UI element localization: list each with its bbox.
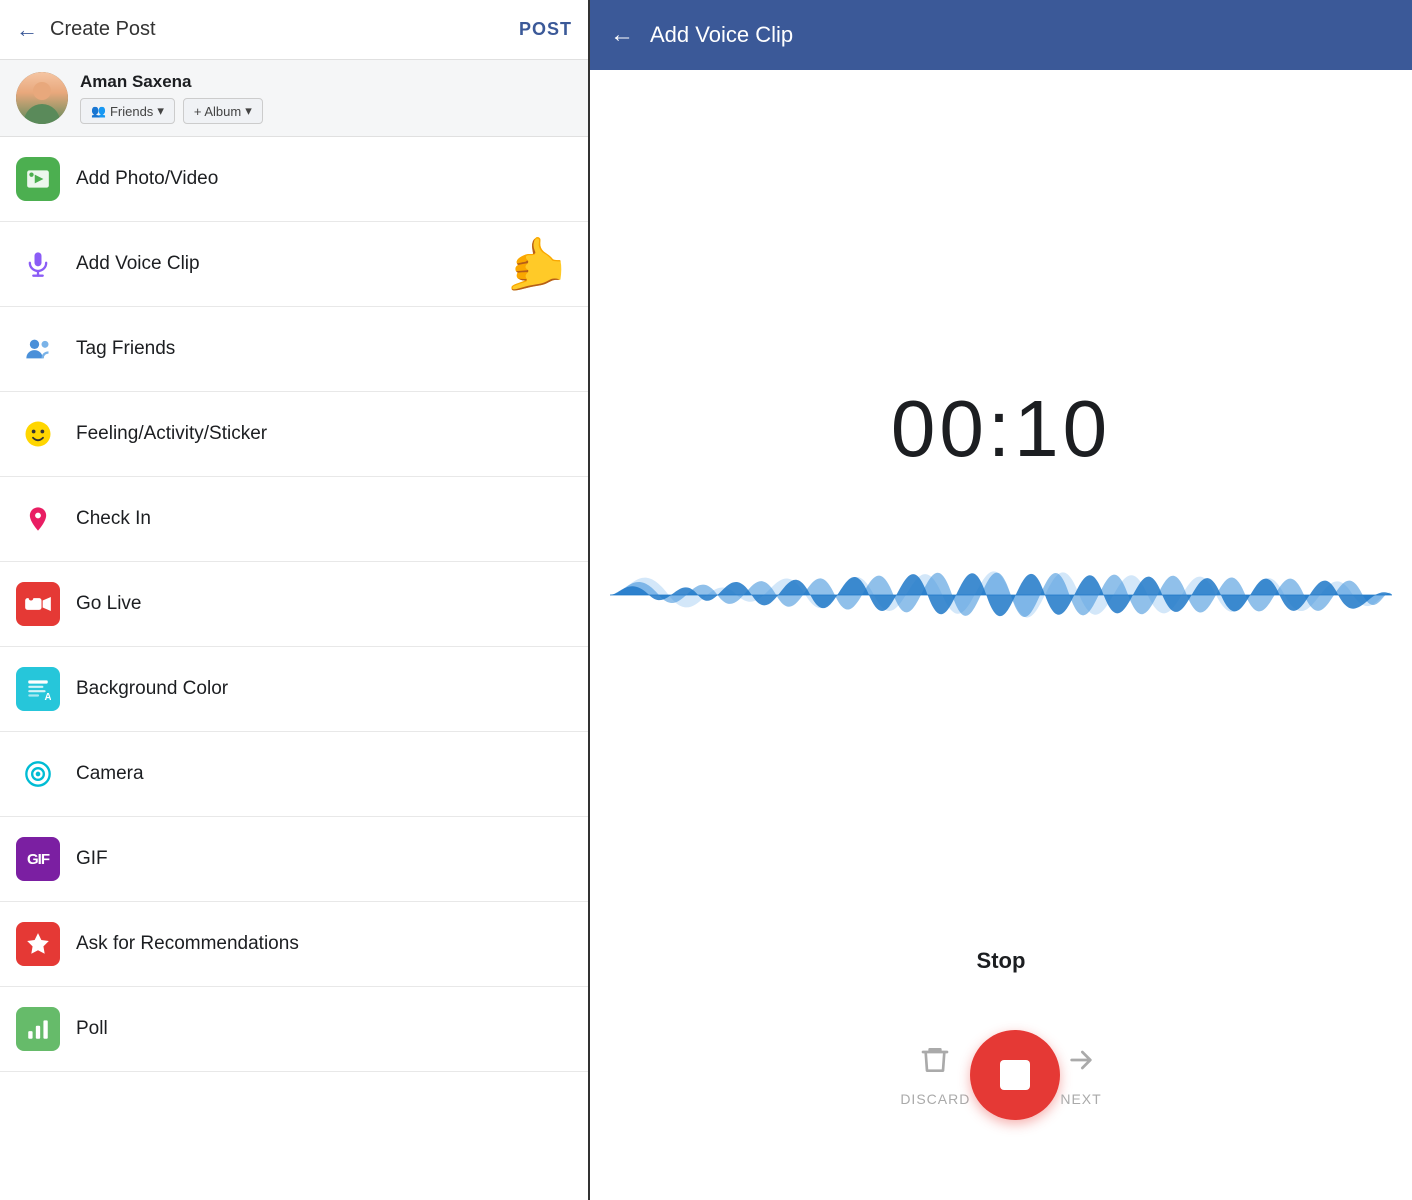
pointer-hand-icon: 🤙	[503, 234, 568, 295]
menu-item-background-color[interactable]: Aa Background Color	[0, 647, 588, 732]
user-row: Aman Saxena 👥 Friends ▾ + Album ▾	[0, 60, 588, 137]
next-button[interactable]: NEXT	[1060, 1044, 1101, 1107]
user-name: Aman Saxena	[80, 72, 263, 92]
menu-label-tag-friends: Tag Friends	[76, 338, 175, 360]
back-button[interactable]: ←	[16, 17, 38, 43]
menu-label-add-photo-video: Add Photo/Video	[76, 168, 218, 190]
svg-text:Aa: Aa	[45, 692, 52, 702]
menu-item-gif[interactable]: GIF GIF	[0, 817, 588, 902]
menu-item-feeling-activity[interactable]: Feeling/Activity/Sticker	[0, 392, 588, 477]
menu-item-go-live[interactable]: Go Live	[0, 562, 588, 647]
background-color-icon: Aa	[16, 667, 60, 711]
menu-item-poll[interactable]: Poll	[0, 987, 588, 1072]
menu-label-gif: GIF	[76, 848, 108, 870]
stop-square-icon	[1000, 1060, 1030, 1090]
tag-friends-icon	[16, 327, 60, 371]
voice-clip-header: ← Add Voice Clip	[590, 0, 1412, 70]
recommend-icon	[16, 922, 60, 966]
voice-clip-content: 00:10 Stop	[590, 70, 1412, 1200]
waveform-svg	[610, 505, 1392, 685]
left-panel: ← Create Post POST Aman Saxena 👥 Friends…	[0, 0, 590, 1200]
menu-item-tag-friends[interactable]: Tag Friends	[0, 307, 588, 392]
right-panel: ← Add Voice Clip 00:10	[590, 0, 1412, 1200]
voice-clip-icon	[16, 242, 60, 286]
discard-icon	[919, 1044, 951, 1083]
menu-label-feeling-activity: Feeling/Activity/Sticker	[76, 423, 267, 445]
menu-item-camera[interactable]: Camera	[0, 732, 588, 817]
photo-video-icon	[16, 157, 60, 201]
stop-button[interactable]	[970, 1030, 1060, 1120]
voice-clip-back-button[interactable]: ←	[610, 21, 634, 49]
header-left: ← Create Post	[16, 17, 156, 43]
camera-icon	[16, 752, 60, 796]
timer-section: 00:10	[610, 130, 1392, 948]
poll-icon	[16, 1007, 60, 1051]
user-controls: 👥 Friends ▾ + Album ▾	[80, 98, 263, 124]
gif-icon: GIF	[16, 837, 60, 881]
menu-label-ask-recommendations: Ask for Recommendations	[76, 933, 299, 955]
voice-clip-title: Add Voice Clip	[650, 22, 793, 48]
friends-button[interactable]: 👥 Friends ▾	[80, 98, 175, 124]
avatar-image	[16, 72, 68, 124]
page-title: Create Post	[50, 18, 156, 41]
go-live-icon	[16, 582, 60, 626]
menu-item-ask-recommendations[interactable]: Ask for Recommendations	[0, 902, 588, 987]
menu-item-add-photo-video[interactable]: Add Photo/Video	[0, 137, 588, 222]
create-post-header: ← Create Post POST	[0, 0, 588, 60]
album-chevron: ▾	[245, 103, 252, 119]
post-button[interactable]: POST	[519, 19, 572, 40]
menu-list: Add Photo/Video Add Voice Clip 🤙	[0, 137, 588, 1200]
friends-icon: 👥	[91, 104, 106, 118]
menu-label-check-in: Check In	[76, 508, 151, 530]
discard-button[interactable]: DISCARD	[900, 1044, 970, 1107]
next-icon	[1065, 1044, 1097, 1083]
timer-display: 00:10	[891, 383, 1111, 475]
menu-label-poll: Poll	[76, 1018, 108, 1040]
stop-label: Stop	[977, 948, 1026, 974]
next-label: NEXT	[1060, 1091, 1101, 1107]
check-in-icon	[16, 497, 60, 541]
waveform-container	[610, 495, 1392, 695]
bottom-controls: DISCARD NEXT	[860, 1010, 1141, 1140]
menu-label-add-voice-clip: Add Voice Clip	[76, 253, 200, 275]
user-info: Aman Saxena 👥 Friends ▾ + Album ▾	[80, 72, 263, 124]
album-label: + Album	[194, 104, 241, 119]
discard-label: DISCARD	[900, 1091, 970, 1107]
friends-chevron: ▾	[157, 103, 164, 119]
menu-item-add-voice-clip[interactable]: Add Voice Clip 🤙	[0, 222, 588, 307]
stop-section: Stop DISCARD	[860, 948, 1141, 1140]
feeling-icon	[16, 412, 60, 456]
friends-label: Friends	[110, 104, 153, 119]
menu-item-check-in[interactable]: Check In	[0, 477, 588, 562]
menu-label-camera: Camera	[76, 763, 144, 785]
menu-label-go-live: Go Live	[76, 593, 141, 615]
menu-label-background-color: Background Color	[76, 678, 228, 700]
avatar	[16, 72, 68, 124]
album-button[interactable]: + Album ▾	[183, 98, 263, 124]
